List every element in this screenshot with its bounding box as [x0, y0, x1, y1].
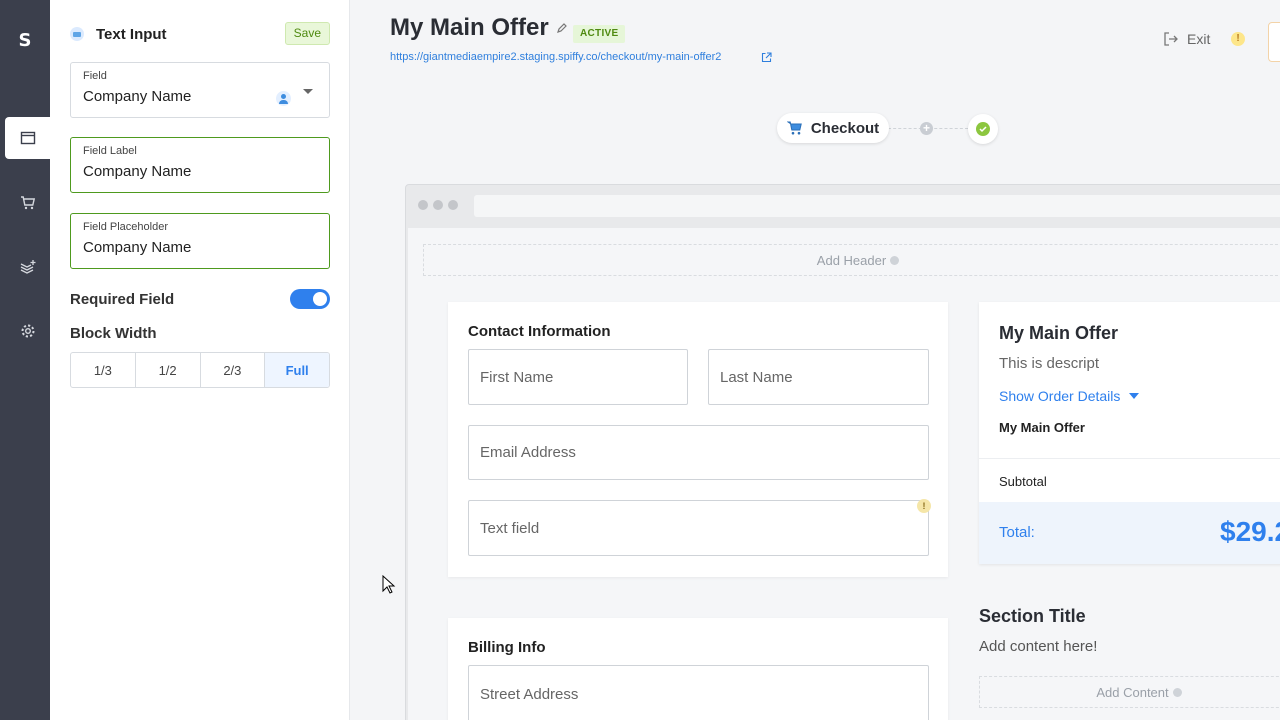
- order-summary-block[interactable]: My Main Offer This is descript Show Orde…: [979, 302, 1280, 564]
- layers-add-icon: [20, 260, 35, 274]
- show-order-details-link[interactable]: Show Order Details: [999, 388, 1140, 404]
- layout-icon: [20, 131, 35, 145]
- panel-header: Text Input Save: [70, 22, 330, 46]
- plus-icon: [1172, 687, 1182, 697]
- summary-title: My Main Offer: [999, 323, 1119, 343]
- total-row: Total: $29.2: [979, 502, 1280, 564]
- line-item-row: My Main Offer $2: [999, 420, 1280, 435]
- exit-button[interactable]: Exit: [1163, 31, 1210, 47]
- line-item-name: My Main Offer: [999, 420, 1085, 435]
- summary-description: This is descript: [999, 355, 1100, 372]
- last-name-placeholder: Last Name: [720, 368, 793, 386]
- rail-item-cart[interactable]: [5, 182, 50, 224]
- status-badge: ACTIVE: [573, 25, 626, 43]
- check-circle-icon: [976, 122, 990, 136]
- field-placeholder-value: Company Name: [83, 239, 192, 256]
- add-step-icon[interactable]: +: [920, 122, 933, 135]
- address-bar: [474, 195, 1280, 217]
- total-value: $29.2: [1220, 516, 1280, 547]
- step-checkout-label: Checkout: [810, 119, 880, 137]
- field-placeholder-label: Field Placeholder: [83, 221, 168, 233]
- step-thank-you[interactable]: [968, 114, 998, 144]
- show-order-details-label: Show Order Details: [999, 388, 1121, 404]
- required-field-row: Required Field: [70, 289, 330, 311]
- block-settings-panel: Text Input Save Field Company Name Field…: [50, 0, 350, 720]
- block-width-segmented-control: 1/3 1/2 2/3 Full: [70, 352, 330, 388]
- rail-item-settings[interactable]: [5, 310, 50, 352]
- total-label: Total:: [999, 524, 1035, 541]
- first-name-placeholder: First Name: [480, 368, 554, 386]
- exit-label: Exit: [1187, 31, 1211, 47]
- block-width-1-2[interactable]: 1/2: [136, 353, 201, 387]
- chevron-down-icon: [303, 89, 313, 94]
- warning-icon[interactable]: !: [1231, 32, 1245, 46]
- cart-icon: [786, 121, 802, 135]
- pencil-icon[interactable]: [556, 22, 568, 34]
- text-field-input[interactable]: Text field: [468, 500, 929, 556]
- plus-icon: [890, 255, 900, 265]
- external-link-icon[interactable]: [761, 52, 772, 63]
- block-width-full[interactable]: Full: [265, 353, 329, 387]
- subtotal-row: Subtotal $2: [999, 474, 1280, 489]
- caret-down-icon: [1129, 393, 1140, 399]
- field-warning-icon[interactable]: !: [917, 499, 931, 513]
- field-select[interactable]: Field Company Name: [70, 62, 330, 118]
- add-header-button[interactable]: Add Header: [423, 244, 1280, 276]
- offer-url-link[interactable]: https://giantmediaempire2.staging.spiffy…: [390, 51, 721, 63]
- field-label-value: Company Name: [83, 163, 192, 180]
- left-nav-rail: S: [0, 0, 50, 720]
- street-address-placeholder: Street Address: [480, 685, 579, 703]
- street-address-input[interactable]: Street Address: [468, 665, 929, 720]
- save-button[interactable]: Save: [284, 22, 330, 45]
- field-label-input[interactable]: Field Label Company Name: [70, 137, 330, 193]
- gear-icon: [21, 324, 34, 338]
- rail-item-layers[interactable]: [5, 246, 50, 288]
- mouse-cursor-icon: [382, 575, 396, 594]
- email-address-input[interactable]: Email Address: [468, 425, 929, 480]
- section-title: Section Title: [979, 606, 1086, 626]
- subtotal-label: Subtotal: [999, 474, 1047, 489]
- summary-divider: [979, 458, 1280, 459]
- field-placeholder-input[interactable]: Field Placeholder Company Name: [70, 213, 330, 269]
- email-placeholder: Email Address: [480, 444, 576, 461]
- text-field-placeholder: Text field: [480, 519, 540, 537]
- field-select-label: Field: [83, 70, 107, 82]
- panel-title: Text Input: [96, 25, 167, 43]
- block-width-2-3[interactable]: 2/3: [201, 353, 266, 387]
- required-field-toggle[interactable]: [290, 289, 330, 309]
- billing-info-title: Billing Info: [468, 639, 546, 656]
- window-dots: [418, 200, 458, 210]
- rail-item-layout[interactable]: [5, 117, 50, 159]
- top-right-button-partial[interactable]: [1268, 22, 1280, 62]
- first-name-input[interactable]: First Name: [468, 349, 688, 405]
- contact-information-title: Contact Information: [468, 323, 611, 340]
- exit-icon: [1164, 32, 1178, 46]
- person-icon: [276, 91, 291, 106]
- last-name-input[interactable]: Last Name: [708, 349, 929, 405]
- field-select-value: Company Name: [83, 88, 192, 105]
- block-width-title: Block Width: [70, 325, 157, 342]
- cart-icon: [20, 196, 35, 210]
- add-content-button[interactable]: Add Content: [979, 676, 1280, 708]
- page-title: My Main Offer: [390, 14, 549, 41]
- add-header-label: Add Header: [816, 252, 887, 268]
- block-width-1-3[interactable]: 1/3: [71, 353, 136, 387]
- section-body: Add content here!: [979, 638, 1098, 655]
- add-content-label: Add Content: [1096, 684, 1169, 700]
- text-input-icon: [70, 27, 84, 41]
- brand-logo[interactable]: S: [0, 30, 50, 51]
- field-label-label: Field Label: [83, 145, 137, 157]
- step-checkout[interactable]: Checkout: [777, 113, 889, 143]
